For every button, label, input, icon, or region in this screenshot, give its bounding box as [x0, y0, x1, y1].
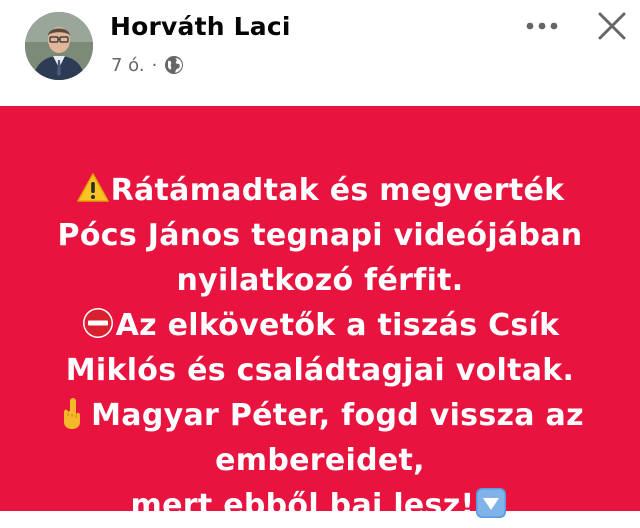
more-options-button[interactable]: [522, 12, 562, 40]
pointing-up-hand-emoji: [64, 398, 81, 429]
no-entry-emoji: [82, 308, 113, 338]
profile-photo: [25, 12, 93, 80]
post-header: Horváth Laci 7 ó. ·: [0, 0, 640, 106]
post-line: Magyar Péter, fogd vissza az: [20, 393, 620, 438]
close-button[interactable]: [592, 6, 632, 46]
post-line: Pócs János tegnapi videójában: [20, 213, 620, 258]
post-line: nyilatkozó férfit.: [20, 258, 620, 303]
meta-separator: ·: [151, 54, 158, 76]
post-line-text: Miklós és családtagjai voltak.: [65, 353, 575, 388]
post-line: Miklós és családtagjai voltak.: [20, 348, 620, 393]
post-line-text: Rátámadtak és megverték: [110, 173, 565, 208]
post-line: embereidet,: [20, 438, 620, 483]
post-line-text: Az elkövetők a tiszás Csík: [115, 308, 560, 343]
post-meta: 7 ó. ·: [111, 52, 184, 78]
post-line-text: Magyar Péter, fogd vissza az: [91, 398, 584, 433]
post-text: Rátámadtak és megverték Pócs János tegna…: [20, 168, 620, 528]
post-line-text: nyilatkozó férfit.: [176, 263, 464, 298]
post-line: Az elkövetők a tiszás Csík: [20, 303, 620, 348]
down-arrow-button-emoji: [476, 488, 507, 518]
avatar[interactable]: [25, 12, 93, 80]
post-line: Rátámadtak és megverték: [20, 168, 620, 213]
close-icon: [598, 12, 626, 40]
more-dots-icon: [526, 22, 558, 30]
post-line-text: embereidet,: [215, 443, 425, 478]
warning-emoji: [76, 173, 109, 202]
globe-icon[interactable]: [164, 55, 184, 75]
author-name[interactable]: Horváth Laci: [110, 12, 291, 41]
post-line-text: mert ebből baj lesz!: [130, 488, 475, 523]
post-time[interactable]: 7 ó.: [111, 55, 145, 76]
post-line-text: Pócs János tegnapi videójában: [57, 218, 583, 253]
post-text-card: Rátámadtak és megverték Pócs János tegna…: [0, 106, 640, 523]
post-line: mert ebből baj lesz!: [20, 483, 620, 528]
